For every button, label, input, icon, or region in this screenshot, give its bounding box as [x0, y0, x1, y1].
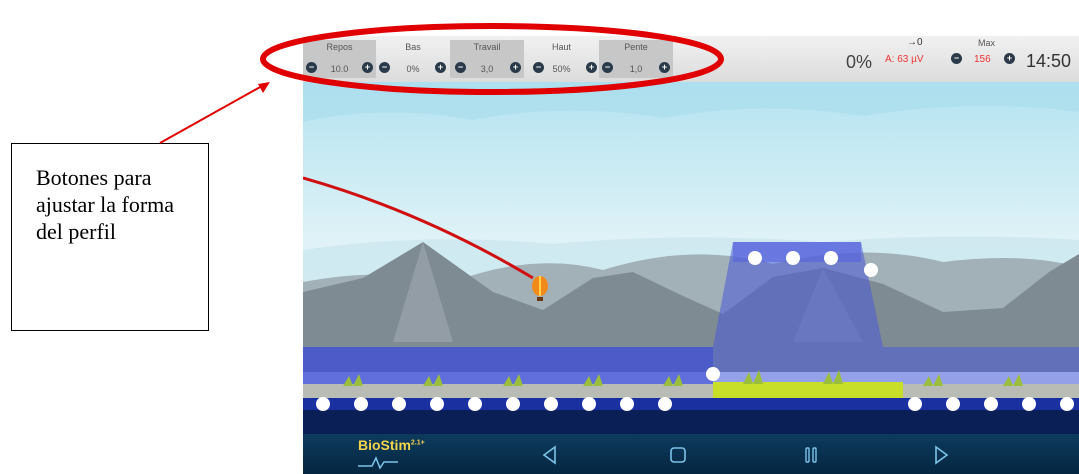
brand-name: BioStim — [358, 437, 411, 453]
threshold-arrow-label: →0 — [907, 37, 923, 48]
track-band — [303, 398, 1079, 410]
max-increase-button[interactable]: + — [1004, 53, 1015, 64]
pause-icon[interactable] — [800, 444, 822, 466]
bas-increase-button[interactable]: + — [435, 62, 446, 73]
arrow-head-icon — [258, 82, 270, 93]
bas-label: Bas — [405, 42, 421, 52]
profile-toolbar: Repos − 10.0 + Bas − 0% + Travail − 3,0 … — [303, 36, 1079, 82]
haut-label: Haut — [551, 42, 571, 52]
annotation-arrow — [159, 85, 263, 144]
brand-version: 2.1+ — [410, 439, 425, 447]
repos-label: Repos — [326, 42, 353, 52]
home-icon[interactable] — [667, 444, 689, 466]
annotation-text: Botones para ajustar la forma del perfil — [36, 165, 175, 244]
travail-label: Travail — [473, 42, 501, 52]
grass-patch — [713, 382, 903, 398]
play-icon[interactable] — [930, 444, 952, 466]
annotation-callout: Botones para ajustar la forma del perfil — [11, 143, 209, 331]
percent-readout: 0% — [846, 52, 873, 72]
back-icon[interactable] — [539, 444, 561, 466]
game-scene — [303, 82, 1079, 434]
bottom-band — [303, 410, 1079, 434]
waveform-icon — [358, 456, 398, 470]
threshold-decrease-button[interactable]: − — [951, 53, 962, 64]
ground-strip — [303, 384, 1079, 398]
travail-control: Travail − 3,0 + — [450, 40, 524, 78]
clock: 14:50 — [1026, 51, 1072, 71]
travail-increase-button[interactable]: + — [510, 62, 521, 73]
haut-increase-button[interactable]: + — [586, 62, 597, 73]
pente-increase-button[interactable]: + — [659, 62, 670, 73]
pente-control: Pente − 1,0 + — [599, 40, 673, 78]
max-value: 156 — [974, 54, 991, 65]
bottom-navbar: BioStim2.1+ — [303, 434, 1079, 474]
max-label: Max — [978, 38, 996, 48]
pente-label: Pente — [624, 42, 648, 52]
biostim-app: Repos − 10.0 + Bas − 0% + Travail − 3,0 … — [303, 36, 1079, 474]
balloon-landscape — [303, 82, 1079, 434]
haut-control: Haut − 50% + — [524, 40, 599, 78]
brand-logo: BioStim2.1+ — [358, 437, 425, 453]
bas-control: Bas − 0% + — [376, 40, 450, 78]
amplitude-readout: A: 63 µV — [885, 54, 924, 65]
repos-increase-button[interactable]: + — [362, 62, 373, 73]
repos-control: Repos − 10.0 + — [303, 40, 376, 78]
